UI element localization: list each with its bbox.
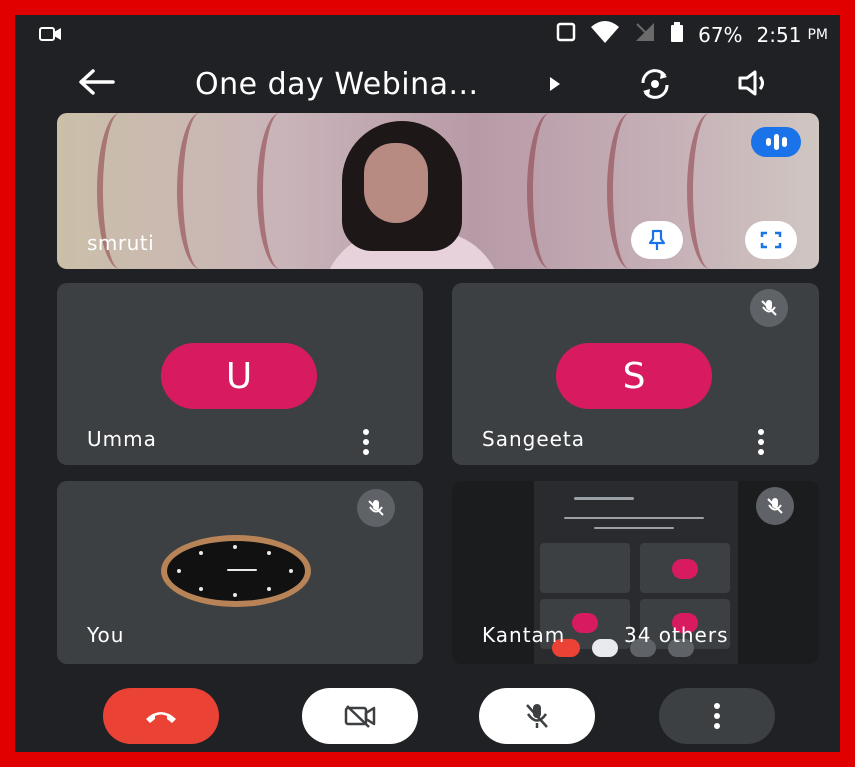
background-curtain — [177, 113, 223, 269]
mic-off-button[interactable] — [479, 688, 595, 744]
more-vertical-icon[interactable] — [758, 429, 764, 455]
participant-tile-you[interactable]: You — [57, 481, 423, 664]
clock-ampm: PM — [807, 26, 828, 43]
participant-tile-umma[interactable]: U Umma — [57, 283, 423, 465]
no-sim-icon — [634, 21, 656, 48]
fullscreen-button[interactable] — [745, 221, 797, 259]
more-vertical-icon — [714, 703, 720, 729]
avatar: U — [161, 343, 317, 409]
participant-name: Kantam — [482, 623, 566, 647]
switch-camera-icon[interactable] — [635, 67, 675, 105]
participant-tile-others[interactable]: Kantam 34 others — [452, 481, 819, 664]
camera-off-icon — [344, 705, 376, 728]
camera-off-button[interactable] — [302, 688, 418, 744]
background-curtain — [257, 113, 303, 269]
end-call-icon — [146, 712, 176, 723]
speaker-icon[interactable] — [737, 69, 771, 101]
speaker-tile-smruti[interactable]: smruti — [57, 113, 819, 269]
mic-off-icon — [750, 289, 788, 327]
meeting-header: One day Webina... — [15, 57, 840, 117]
participant-name: smruti — [87, 231, 155, 255]
end-call-button[interactable] — [103, 688, 219, 744]
meet-screen: 67% 2:51 PM One day Webina... smruti U U… — [15, 15, 840, 752]
avatar: S — [556, 343, 712, 409]
clock-image — [161, 535, 311, 607]
battery-icon — [670, 22, 684, 47]
background-curtain — [687, 113, 733, 269]
wifi-icon — [590, 21, 620, 48]
more-options-button[interactable] — [659, 688, 775, 744]
more-vertical-icon[interactable] — [363, 429, 369, 455]
clock-time: 2:51 — [756, 22, 802, 47]
fullscreen-icon — [760, 231, 782, 249]
background-curtain — [527, 113, 573, 269]
mic-off-icon — [357, 489, 395, 527]
back-arrow-icon[interactable] — [77, 67, 117, 101]
others-count: 34 others — [624, 623, 729, 647]
mic-off-icon — [526, 704, 548, 728]
participant-video — [322, 121, 502, 269]
status-bar: 67% 2:51 PM — [15, 15, 840, 51]
participant-name: Umma — [87, 427, 157, 451]
participant-name: You — [87, 623, 125, 647]
participant-tile-sangeeta[interactable]: S Sangeeta — [452, 283, 819, 465]
pin-button[interactable] — [631, 221, 683, 259]
square-icon — [556, 22, 576, 47]
play-arrow-icon[interactable] — [550, 77, 560, 91]
audio-level-icon — [751, 127, 801, 157]
video-record-icon — [39, 25, 63, 47]
participant-name: Sangeeta — [482, 427, 586, 451]
pin-icon — [648, 229, 666, 250]
call-controls — [15, 680, 840, 752]
meeting-title[interactable]: One day Webina... — [195, 67, 479, 102]
battery-percent: 67% — [698, 22, 743, 47]
mic-off-icon — [756, 487, 794, 525]
